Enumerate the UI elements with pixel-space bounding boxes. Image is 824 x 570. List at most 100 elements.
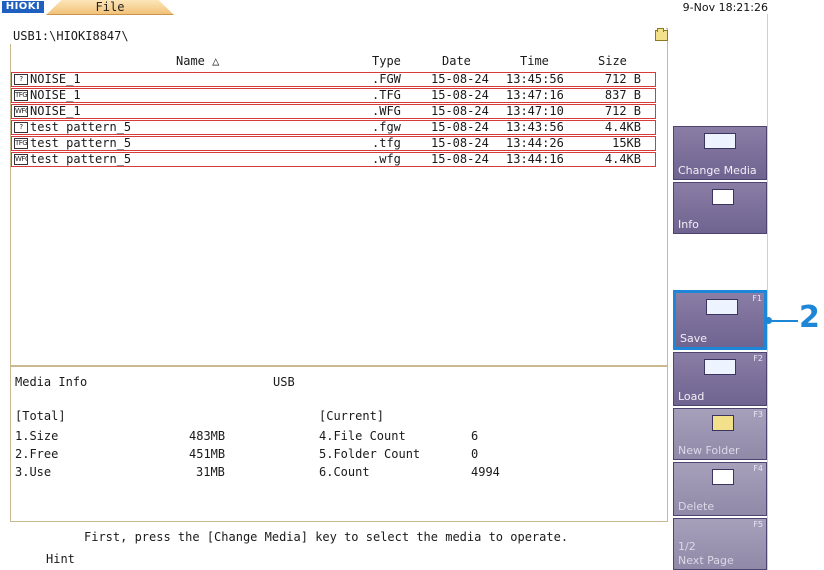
file-row[interactable]: TFG NOISE_1 .TFG 15-08-24 13:47:16 837 B bbox=[11, 88, 656, 103]
file-type: .wfg bbox=[372, 152, 401, 166]
change-media-icon bbox=[704, 133, 736, 149]
media-info-panel: Media Info USB [Total] 1.Size 483MB 2.Fr… bbox=[10, 366, 668, 522]
file-size: 4.4KB bbox=[604, 120, 641, 134]
load-label: Load bbox=[678, 390, 705, 403]
media-type: USB bbox=[273, 375, 295, 389]
file-time: 13:44:16 bbox=[506, 152, 564, 166]
column-header-name[interactable]: Name △ bbox=[176, 54, 219, 68]
load-icon bbox=[704, 359, 736, 375]
delete-fn-key: F4 bbox=[753, 464, 763, 473]
file-size: 712 B bbox=[604, 104, 641, 118]
info-label: Info bbox=[678, 218, 699, 231]
delete-icon bbox=[712, 469, 734, 485]
current-label: [Current] bbox=[319, 409, 385, 423]
new-folder-button[interactable]: F3 New Folder bbox=[673, 408, 767, 460]
file-date: 15-08-24 bbox=[431, 88, 489, 102]
unknown-file-icon: ? bbox=[14, 122, 28, 133]
save-label: Save bbox=[680, 332, 708, 345]
column-header-date[interactable]: Date bbox=[442, 54, 471, 68]
count-label: 6.Count bbox=[319, 465, 370, 479]
save-fn-key: F1 bbox=[752, 294, 762, 303]
new-folder-label: New Folder bbox=[678, 444, 740, 457]
hint-label: Hint bbox=[46, 552, 75, 566]
file-row[interactable]: TFG test pattern_5 .tfg 15-08-24 13:44:2… bbox=[11, 136, 656, 151]
size-label: 1.Size bbox=[15, 429, 59, 443]
next-page-fn-key: F5 bbox=[753, 520, 763, 529]
file-date: 15-08-24 bbox=[431, 104, 489, 118]
file-name: test pattern_5 bbox=[30, 152, 132, 166]
file-row[interactable]: WFG test pattern_5 .wfg 15-08-24 13:44:1… bbox=[11, 152, 656, 167]
count-value: 4994 bbox=[471, 465, 500, 479]
file-tab-label: File bbox=[95, 0, 125, 14]
new-folder-fn-key: F3 bbox=[753, 410, 763, 419]
hint-message: First, press the [Change Media] key to s… bbox=[84, 530, 569, 544]
file-time: 13:45:56 bbox=[506, 72, 564, 86]
folder-count-label: 5.Folder Count bbox=[319, 447, 421, 461]
column-divider bbox=[767, 14, 768, 570]
file-name: NOISE_1 bbox=[30, 104, 81, 118]
media-info-title: Media Info bbox=[15, 375, 88, 389]
delete-button[interactable]: F4 Delete bbox=[673, 462, 767, 516]
file-date: 15-08-24 bbox=[431, 136, 489, 150]
info-button[interactable]: Info bbox=[673, 182, 767, 234]
tfg-file-icon: TFG bbox=[14, 138, 28, 149]
delete-label: Delete bbox=[678, 500, 715, 513]
file-name: test pattern_5 bbox=[30, 120, 132, 134]
change-media-button[interactable]: Change Media bbox=[673, 126, 767, 180]
tfg-file-icon: TFG bbox=[14, 90, 28, 101]
current-path: USB1:\HIOKI8847\ bbox=[13, 29, 129, 43]
column-header-time[interactable]: Time bbox=[520, 54, 549, 68]
clock: 9-Nov 18:21:26 bbox=[682, 1, 768, 14]
column-header-size[interactable]: Size bbox=[598, 54, 627, 68]
file-time: 13:47:16 bbox=[506, 88, 564, 102]
file-name: NOISE_1 bbox=[30, 72, 81, 86]
file-row[interactable]: WFG NOISE_1 .WFG 15-08-24 13:47:10 712 B bbox=[11, 104, 656, 119]
size-value: 483MB bbox=[189, 429, 226, 443]
total-label: [Total] bbox=[15, 409, 66, 423]
file-date: 15-08-24 bbox=[431, 120, 489, 134]
page-indicator: 1/2 bbox=[678, 540, 696, 553]
use-value: 31MB bbox=[196, 465, 225, 479]
new-folder-icon bbox=[712, 415, 734, 431]
load-button[interactable]: F2 Load bbox=[673, 352, 767, 406]
file-size: 712 B bbox=[604, 72, 641, 86]
file-time: 13:47:10 bbox=[506, 104, 564, 118]
unknown-file-icon: ? bbox=[14, 74, 28, 85]
file-date: 15-08-24 bbox=[431, 72, 489, 86]
info-icon bbox=[712, 189, 734, 205]
load-fn-key: F2 bbox=[753, 354, 763, 363]
file-type: .TFG bbox=[372, 88, 401, 102]
next-page-button[interactable]: F5 1/2 Next Page bbox=[673, 518, 767, 570]
folder-up-icon[interactable] bbox=[655, 28, 668, 41]
column-header-type[interactable]: Type bbox=[372, 54, 401, 68]
file-name: NOISE_1 bbox=[30, 88, 81, 102]
file-row[interactable]: ? NOISE_1 .FGW 15-08-24 13:45:56 712 B bbox=[11, 72, 656, 87]
file-date: 15-08-24 bbox=[431, 152, 489, 166]
file-size: 15KB bbox=[612, 136, 641, 150]
hioki-logo: HIOKI bbox=[2, 1, 44, 13]
callout-dot bbox=[765, 317, 772, 324]
wfg-file-icon: WFG bbox=[14, 106, 28, 117]
file-time: 13:43:56 bbox=[506, 120, 564, 134]
use-label: 3.Use bbox=[15, 465, 52, 479]
file-time: 13:44:26 bbox=[506, 136, 564, 150]
save-icon bbox=[706, 299, 738, 315]
file-count-value: 6 bbox=[471, 429, 479, 443]
next-page-label: Next Page bbox=[678, 554, 734, 567]
save-button[interactable]: F1 Save bbox=[673, 290, 767, 350]
free-value: 451MB bbox=[189, 447, 226, 461]
wfg-file-icon: WFG bbox=[14, 154, 28, 165]
change-media-label: Change Media bbox=[678, 164, 757, 177]
file-name: test pattern_5 bbox=[30, 136, 132, 150]
callout-line bbox=[768, 320, 798, 322]
folder-count-value: 0 bbox=[471, 447, 479, 461]
file-type: .fgw bbox=[372, 120, 401, 134]
callout-number: 2 bbox=[799, 300, 820, 335]
file-type: .FGW bbox=[372, 72, 401, 86]
file-size: 837 B bbox=[604, 88, 641, 102]
free-label: 2.Free bbox=[15, 447, 59, 461]
file-row[interactable]: ? test pattern_5 .fgw 15-08-24 13:43:56 … bbox=[11, 120, 656, 135]
file-size: 4.4KB bbox=[604, 152, 641, 166]
file-type: .tfg bbox=[372, 136, 401, 150]
file-type: .WFG bbox=[372, 104, 401, 118]
